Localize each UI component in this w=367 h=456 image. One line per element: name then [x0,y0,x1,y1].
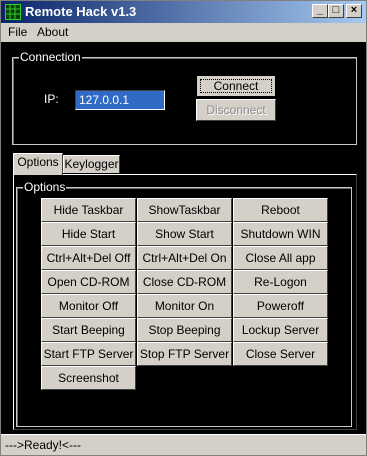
menu-file[interactable]: File [8,25,27,40]
re-logon-button[interactable]: Re-Logon [233,270,328,294]
show-start-button[interactable]: Show Start [137,222,232,246]
open-cd-rom-button[interactable]: Open CD-ROM [41,270,136,294]
close-server-button[interactable]: Close Server [233,342,328,366]
close-button[interactable]: × [346,4,362,18]
minimize-button[interactable]: _ [312,4,328,18]
app-window: Remote Hack v1.3 _ □ × File About Connec… [0,0,367,456]
hide-taskbar-button[interactable]: Hide Taskbar [41,198,136,222]
menu-bar: File About [1,23,366,42]
stop-beeping-button[interactable]: Stop Beeping [137,318,232,342]
connect-button[interactable]: Connect [196,75,276,97]
shutdown-win-button[interactable]: Shutdown WIN [233,222,328,246]
reboot-button[interactable]: Reboot [233,198,328,222]
options-group-label: Options [23,180,67,194]
status-text: --->Ready!<--- [5,438,82,452]
window-title: Remote Hack v1.3 [25,4,137,19]
disconnect-button[interactable]: Disconnect [196,99,276,121]
poweroff-button[interactable]: Poweroff [233,294,328,318]
tab-keylogger[interactable]: Keylogger [63,155,120,173]
close-all-app-button[interactable]: Close All app [233,246,328,270]
close-icon: × [350,4,358,16]
start-beeping-button[interactable]: Start Beeping [41,318,136,342]
stop-ftp-server-button[interactable]: Stop FTP Server [137,342,232,366]
show-taskbar-button[interactable]: ShowTaskbar [137,198,232,222]
status-bar: --->Ready!<--- [1,434,366,455]
tab-options[interactable]: Options [13,153,63,175]
close-cd-rom-button[interactable]: Close CD-ROM [137,270,232,294]
monitor-on-button[interactable]: Monitor On [137,294,232,318]
monitor-off-button[interactable]: Monitor Off [41,294,136,318]
start-ftp-server-button[interactable]: Start FTP Server [41,342,136,366]
maximize-button[interactable]: □ [328,4,344,18]
ip-input[interactable] [75,90,165,110]
hide-start-button[interactable]: Hide Start [41,222,136,246]
connection-group-label: Connection [19,50,82,64]
ctrl-alt-del-on-button[interactable]: Ctrl+Alt+Del On [137,246,232,270]
connection-group: Connection [12,50,357,145]
title-bar[interactable]: Remote Hack v1.3 _ □ × [1,1,366,23]
maximize-icon: □ [332,4,340,16]
ip-label: IP: [44,92,59,106]
app-icon [5,4,21,20]
minimize-icon: _ [316,4,324,16]
screenshot-button[interactable]: Screenshot [41,366,136,390]
ctrl-alt-del-off-button[interactable]: Ctrl+Alt+Del Off [41,246,136,270]
lockup-server-button[interactable]: Lockup Server [233,318,328,342]
menu-about[interactable]: About [37,25,68,40]
